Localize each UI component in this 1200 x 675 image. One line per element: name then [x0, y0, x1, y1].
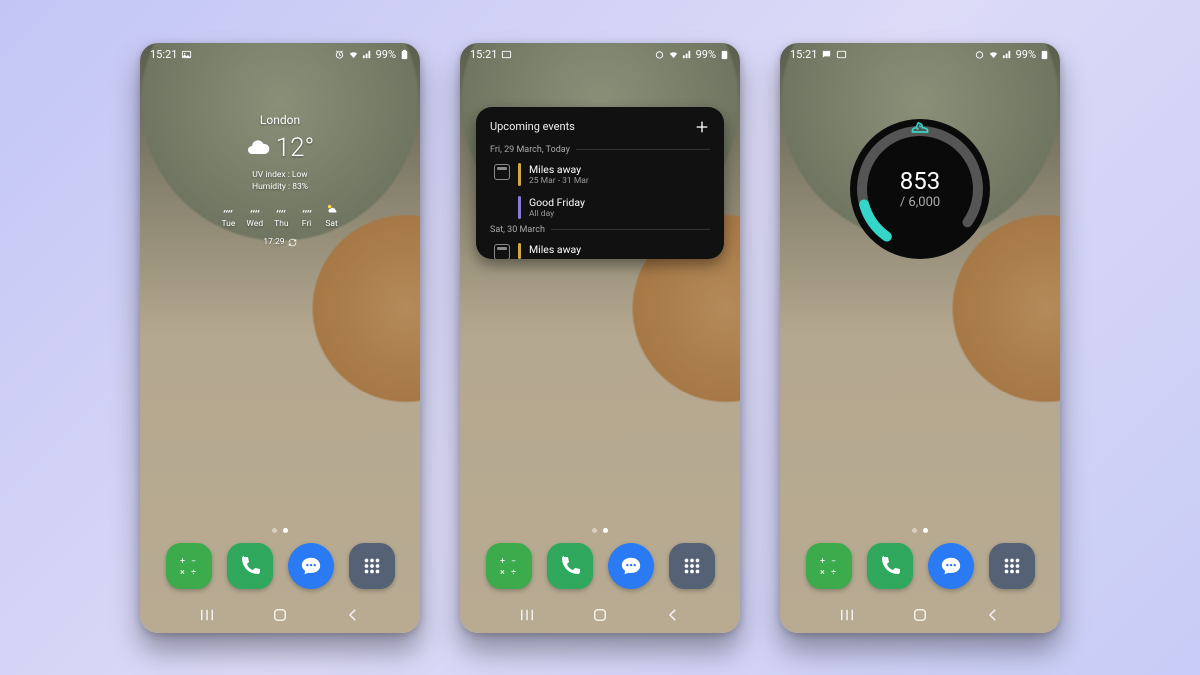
svg-text:×: × — [180, 568, 185, 578]
apps-drawer[interactable] — [669, 543, 715, 589]
chat-icon — [821, 49, 832, 60]
svg-text:+: + — [500, 557, 505, 567]
status-time: 15:21 — [150, 48, 177, 61]
recents-button[interactable] — [827, 606, 867, 624]
shoe-icon — [910, 117, 930, 137]
home-button[interactable] — [580, 606, 620, 624]
recents-button[interactable] — [507, 606, 547, 624]
calculator-app[interactable]: +−× ÷ — [806, 543, 852, 589]
phone-app[interactable] — [547, 543, 593, 589]
messages-app[interactable] — [608, 543, 654, 589]
weather-widget[interactable]: London 12° UV index : Low Humidity : 83%… — [140, 113, 420, 248]
calendar-icon — [494, 244, 510, 259]
svg-text:×: × — [820, 568, 825, 578]
rain-icon — [248, 202, 262, 216]
rain-icon — [300, 202, 314, 216]
signal-icon — [362, 49, 373, 60]
steps-widget[interactable]: 853 / 6,000 — [848, 117, 992, 261]
steps-goal: / 6,000 — [900, 195, 940, 210]
weather-temp: 12° — [276, 133, 315, 163]
apps-drawer[interactable] — [349, 543, 395, 589]
calendar-widget[interactable]: Upcoming events Fri, 29 March, Today Mil… — [476, 107, 724, 259]
svg-text:÷: ÷ — [831, 568, 836, 578]
forecast-row: Tue Wed Thu Fri Sat — [140, 202, 420, 229]
recents-button[interactable] — [187, 606, 227, 624]
svg-text:×: × — [500, 568, 505, 578]
messages-app[interactable] — [288, 543, 334, 589]
event-row[interactable]: Miles away25 Mar - 31 Mar — [490, 159, 710, 192]
messages-app[interactable] — [928, 543, 974, 589]
alarm-icon — [974, 49, 985, 60]
refresh-icon — [288, 238, 297, 247]
svg-text:+: + — [180, 557, 185, 567]
signal-icon — [682, 49, 693, 60]
picture-icon — [181, 49, 192, 60]
apps-drawer[interactable] — [989, 543, 1035, 589]
status-bar: 15:21 99% — [780, 43, 1060, 67]
wifi-icon — [668, 49, 679, 60]
svg-text:−: − — [191, 557, 196, 567]
svg-text:÷: ÷ — [191, 568, 196, 578]
svg-text:÷: ÷ — [511, 568, 516, 578]
battery-text: 99% — [376, 48, 396, 61]
alarm-icon — [654, 49, 665, 60]
calendar-icon — [494, 164, 510, 180]
partly-cloudy-icon — [325, 202, 339, 216]
humidity-text: Humidity : 83% — [140, 181, 420, 194]
updated-time: 17:29 — [263, 237, 284, 247]
home-button[interactable] — [260, 606, 300, 624]
phone-screen-steps: 15:21 99% 853 / 6,000 +−× ÷ — [780, 43, 1060, 633]
back-button[interactable] — [333, 606, 373, 624]
page-indicator[interactable] — [460, 528, 740, 533]
rain-icon — [221, 202, 235, 216]
calculator-app[interactable]: +−× ÷ — [166, 543, 212, 589]
back-button[interactable] — [973, 606, 1013, 624]
wifi-icon — [348, 49, 359, 60]
back-button[interactable] — [653, 606, 693, 624]
page-indicator[interactable] — [140, 528, 420, 533]
battery-icon — [1039, 49, 1050, 60]
svg-text:−: − — [511, 557, 516, 567]
wifi-icon — [988, 49, 999, 60]
event-row[interactable]: Good FridayAll day — [490, 192, 710, 225]
steps-current: 853 — [900, 167, 940, 195]
status-bar: 15:21 99% — [460, 43, 740, 67]
page-indicator[interactable] — [780, 528, 1060, 533]
phone-app[interactable] — [227, 543, 273, 589]
nav-bar — [140, 597, 420, 633]
dock: +−× ÷ — [140, 543, 420, 589]
svg-text:−: − — [831, 557, 836, 567]
picture-icon — [501, 49, 512, 60]
rain-icon — [274, 202, 288, 216]
picture-icon — [836, 49, 847, 60]
phone-app[interactable] — [867, 543, 913, 589]
home-button[interactable] — [900, 606, 940, 624]
cloud-icon — [246, 136, 270, 160]
weather-city: London — [140, 113, 420, 127]
battery-icon — [399, 49, 410, 60]
calculator-app[interactable]: +−× ÷ — [486, 543, 532, 589]
status-bar: 15:21 99% — [140, 43, 420, 67]
event-row[interactable]: Miles away — [490, 239, 710, 259]
svg-text:+: + — [820, 557, 825, 567]
calendar-title: Upcoming events — [490, 120, 575, 133]
add-event-button[interactable] — [694, 119, 710, 135]
battery-icon — [719, 49, 730, 60]
signal-icon — [1002, 49, 1013, 60]
phone-screen-weather: 15:21 99% London 12° UV index : Low Humi… — [140, 43, 420, 633]
alarm-icon — [334, 49, 345, 60]
phone-screen-calendar: 15:21 99% Upcoming events Fri, 29 March,… — [460, 43, 740, 633]
uv-text: UV index : Low — [140, 169, 420, 182]
